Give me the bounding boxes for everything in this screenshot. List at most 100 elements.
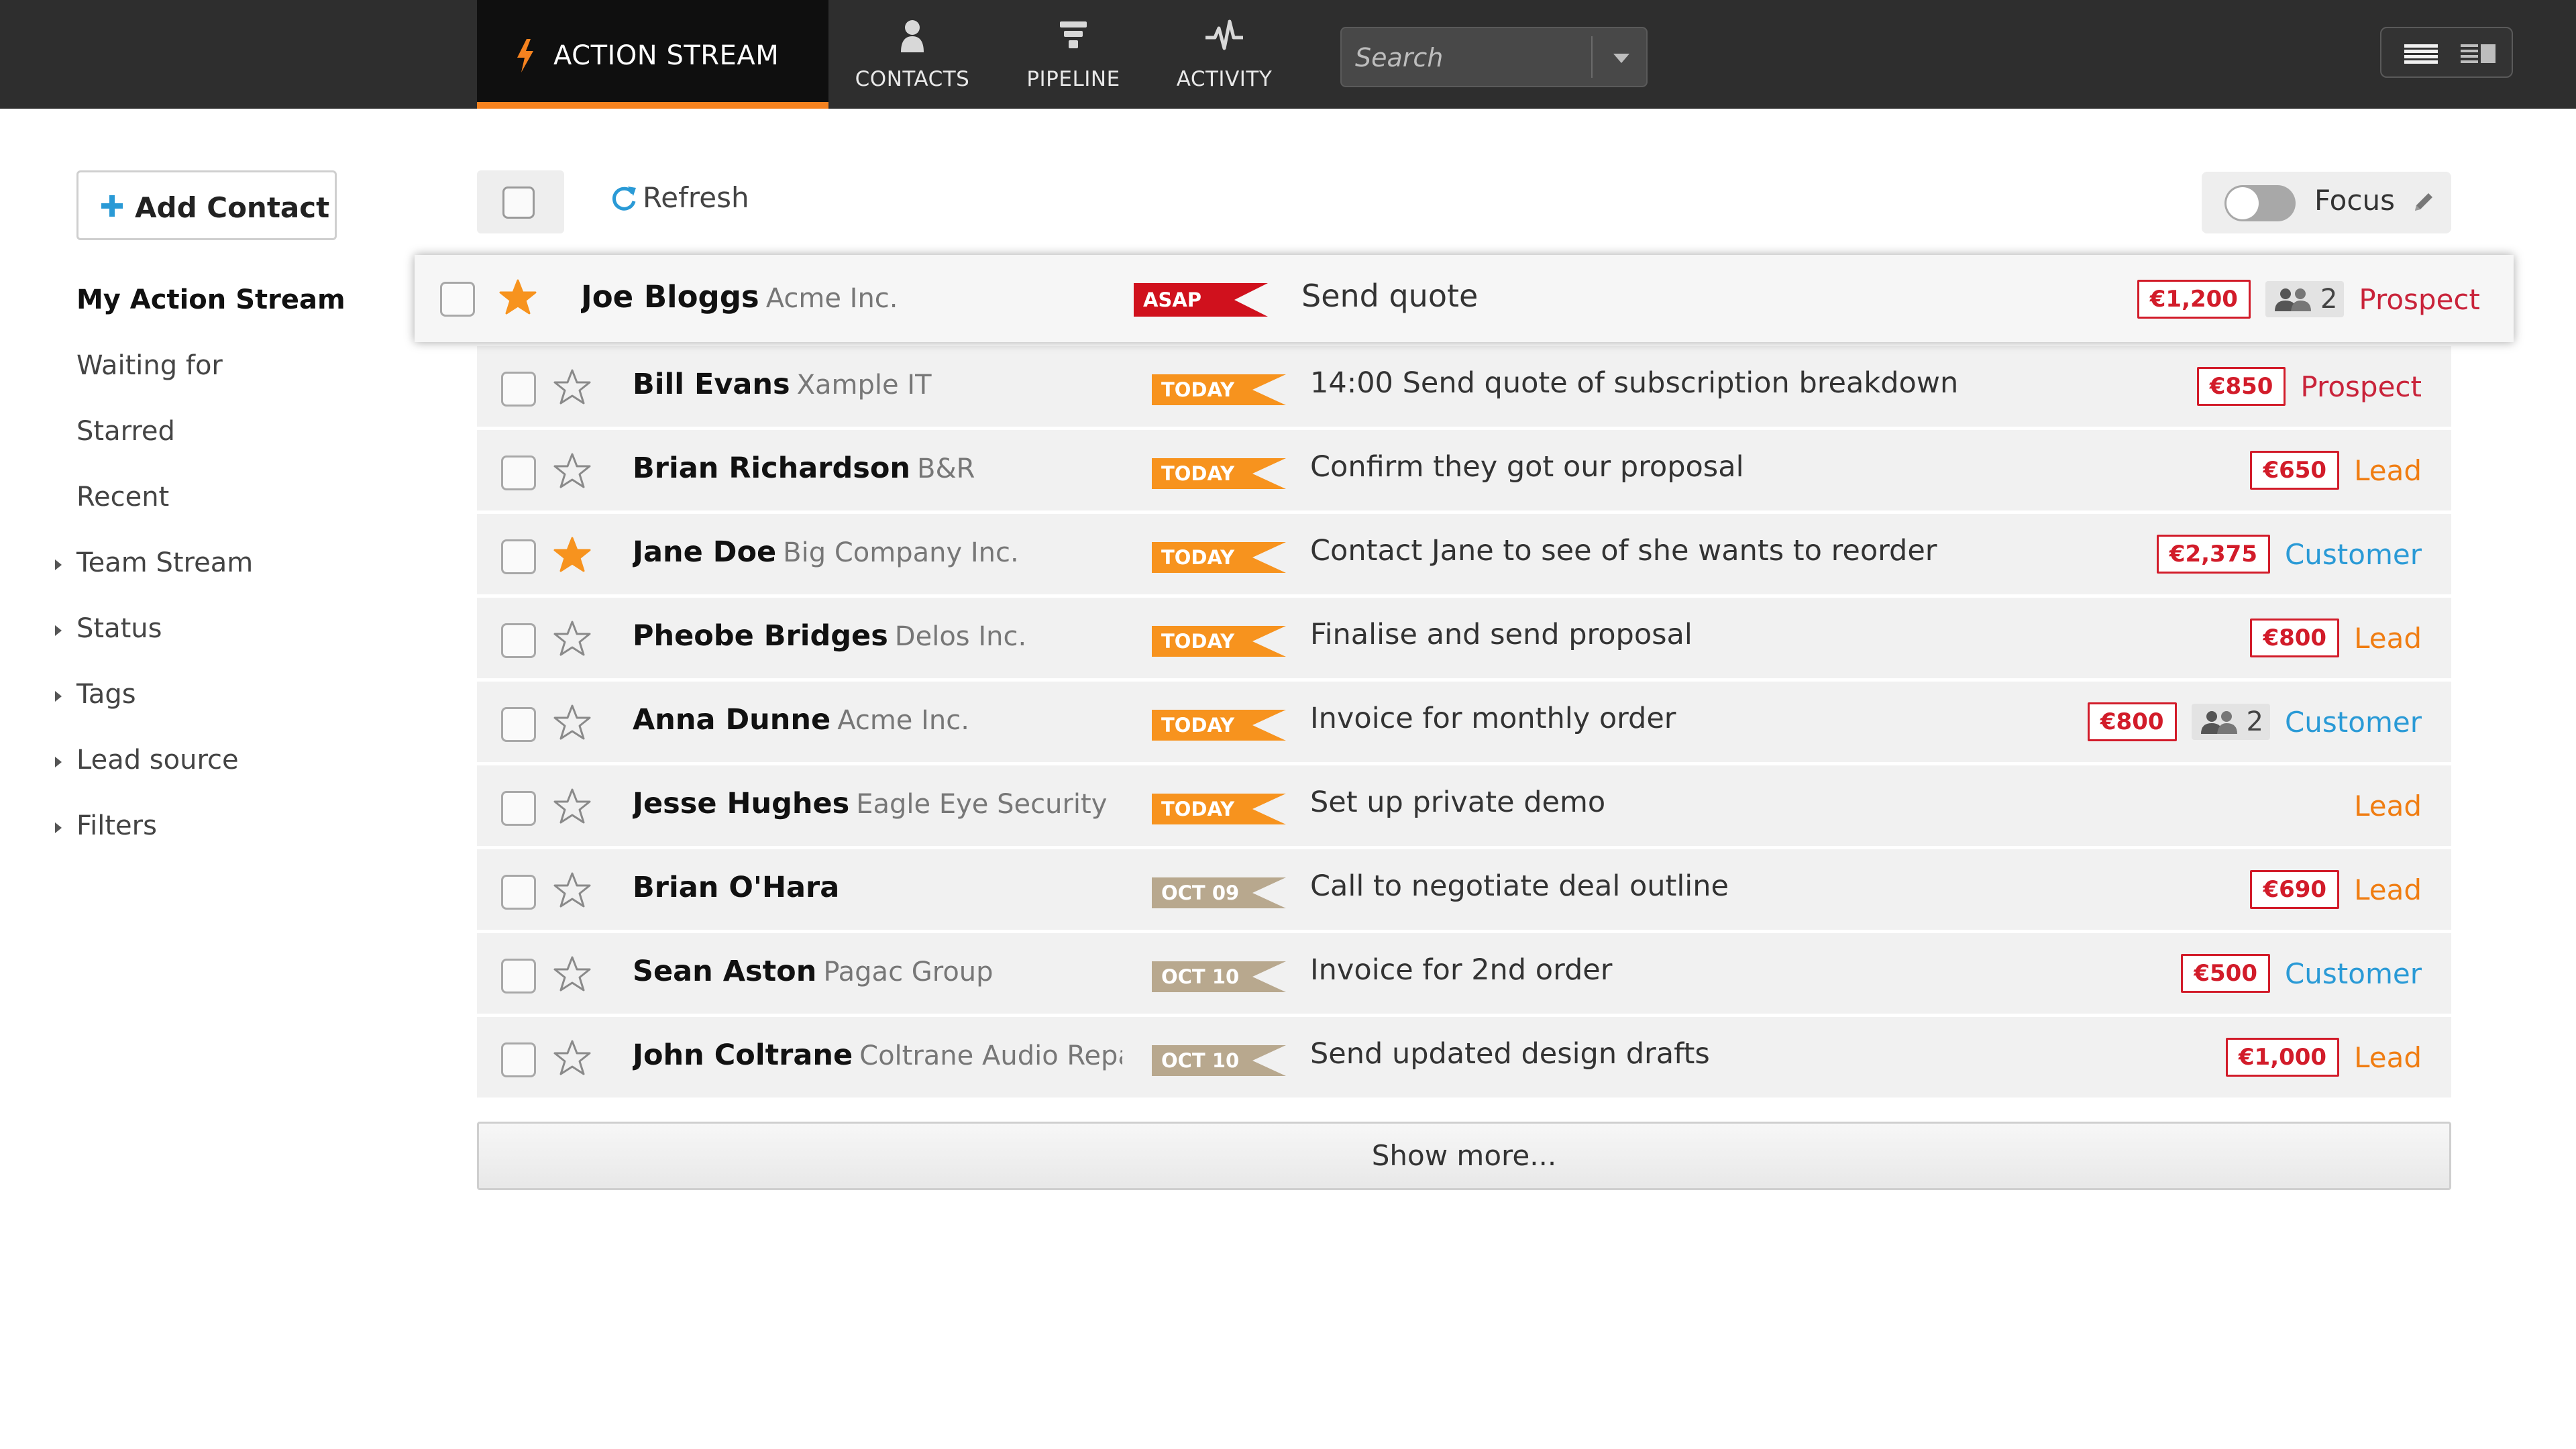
star-outline-icon[interactable] [552,1038,592,1079]
task-text[interactable]: 14:00 Send quote of subscription breakdo… [1310,366,1958,400]
task-text[interactable]: Send updated design drafts [1310,1037,1710,1071]
list-view-icon[interactable] [2398,40,2445,67]
sidebar-item-my-action-stream[interactable]: My Action Stream [76,284,345,315]
contact-status[interactable]: Customer [2285,538,2422,571]
nav-contacts[interactable]: CONTACTS [839,0,986,109]
contact-name-block[interactable]: Jane Doe Big Company Inc. [633,535,1122,569]
row-meta: €2,375 Customer [2156,533,2422,576]
action-row[interactable]: Anna Dunne Acme Inc. TODAY Invoice for mont… [477,682,2451,762]
star-outline-icon[interactable] [552,955,592,995]
row-meta: €1,000 Lead [2225,1036,2422,1079]
contact-status[interactable]: Lead [2354,1041,2422,1074]
sidebar-item-tags[interactable]: Tags [76,679,136,710]
add-contact-button[interactable]: Add Contact [76,170,337,240]
caret-right-icon[interactable] [54,820,63,836]
task-text[interactable]: Invoice for 2nd order [1310,953,1612,987]
contact-name-block[interactable]: Sean Aston Pagac Group [633,955,1122,988]
task-text[interactable]: Contact Jane to see of she wants to reor… [1310,534,1937,568]
task-text[interactable]: Finalise and send proposal [1310,618,1693,651]
row-checkbox[interactable] [501,455,536,490]
contact-status[interactable]: Lead [2354,790,2422,822]
action-row[interactable]: Joe Bloggs Acme Inc. ASAP Send quote €1,200 2… [415,255,2514,342]
caret-right-icon[interactable] [54,754,63,770]
row-checkbox[interactable] [501,791,536,826]
row-checkbox[interactable] [501,707,536,742]
contact-status[interactable]: Prospect [2359,283,2480,316]
contact-name: Bill Evans [633,368,790,401]
sidebar-item-filters[interactable]: Filters [76,810,157,841]
contact-status[interactable]: Lead [2354,873,2422,906]
caret-right-icon[interactable] [54,688,63,704]
contact-status[interactable]: Lead [2354,454,2422,487]
contact-name-block[interactable]: Anna Dunne Acme Inc. [633,703,1122,737]
contact-name-block[interactable]: Bill Evans Xample IT [633,368,1122,401]
contact-name-block[interactable]: Jesse Hughes Eagle Eye Security [633,787,1122,820]
participants-badge[interactable]: 2 [2265,281,2345,317]
search-input[interactable] [1354,35,1585,80]
chevron-down-icon[interactable] [1595,28,1648,86]
task-text[interactable]: Confirm they got our proposal [1310,450,1744,484]
action-row[interactable]: Pheobe Bridges Delos Inc. TODAY Finalise an… [477,598,2451,678]
action-row[interactable]: Brian Richardson B&R TODAY Confirm they got… [477,430,2451,511]
contact-status[interactable]: Prospect [2300,370,2422,403]
caret-right-icon[interactable] [54,557,63,573]
due-tag: TODAY [1152,458,1286,489]
star-outline-icon[interactable] [552,703,592,743]
split-view-icon[interactable] [2455,40,2502,67]
contact-name-block[interactable]: John ColtraneColtrane Audio Repairs [633,1038,1122,1072]
task-text[interactable]: Invoice for monthly order [1310,702,1676,735]
task-text[interactable]: Set up private demo [1310,786,1605,819]
sidebar-item-waiting-for[interactable]: Waiting for [76,350,223,381]
nav-pipeline[interactable]: PIPELINE [1000,0,1147,109]
contact-name: Jane Doe [633,535,777,569]
star-outline-icon[interactable] [552,871,592,911]
contact-status[interactable]: Customer [2285,957,2422,990]
focus-toggle[interactable] [2224,185,2296,221]
select-all-checkbox[interactable] [477,170,564,233]
action-row[interactable]: John ColtraneColtrane Audio Repairs OCT 1… [477,1017,2451,1097]
show-more-button[interactable]: Show more... [477,1122,2451,1190]
contact-name-block[interactable]: Pheobe Bridges Delos Inc. [633,619,1122,653]
action-row[interactable]: Brian O'Hara OCT 09 Call to negotiate deal… [477,849,2451,930]
sidebar-item-lead-source[interactable]: Lead source [76,745,239,775]
nav-contacts-label: CONTACTS [855,67,970,91]
nav-activity[interactable]: ACTIVITY [1150,0,1298,109]
pencil-icon[interactable] [2410,189,2436,216]
contact-status[interactable]: Customer [2285,706,2422,739]
contact-name-block[interactable]: Brian Richardson B&R [633,451,1122,485]
action-row[interactable]: Jesse Hughes Eagle Eye Security TODAY Set u… [477,765,2451,846]
contact-name-block[interactable]: Joe Bloggs Acme Inc. [581,279,1071,315]
sidebar-item-recent[interactable]: Recent [76,482,169,513]
star-outline-icon[interactable] [552,368,592,408]
action-row[interactable]: Sean Aston Pagac Group OCT 10 Invoice for 2… [477,933,2451,1014]
task-text[interactable]: Call to negotiate deal outline [1310,869,1729,903]
row-checkbox[interactable] [501,1042,536,1077]
row-checkbox[interactable] [501,875,536,910]
star-filled-icon[interactable] [498,278,538,318]
company-name: Xample IT [796,370,932,400]
refresh-label: Refresh [643,181,749,214]
task-text[interactable]: Send quote [1301,278,1478,314]
sidebar-item-starred[interactable]: Starred [76,416,175,447]
row-checkbox[interactable] [440,282,475,317]
star-outline-icon[interactable] [552,787,592,827]
nav-action-stream[interactable]: ACTION STREAM [477,0,828,109]
contact-name: John Coltrane [633,1038,853,1072]
action-row[interactable]: Bill Evans Xample IT TODAY 14:00 Send quote… [477,346,2451,427]
participants-badge[interactable]: 2 [2191,704,2270,740]
caret-right-icon[interactable] [54,623,63,639]
contact-status[interactable]: Lead [2354,622,2422,655]
action-row[interactable]: Jane Doe Big Company Inc. TODAY Contact Jan… [477,514,2451,594]
sidebar-item-team-stream[interactable]: Team Stream [76,547,253,578]
star-filled-icon[interactable] [552,535,592,576]
row-checkbox[interactable] [501,623,536,658]
star-outline-icon[interactable] [552,451,592,492]
contact-name-block[interactable]: Brian O'Hara [633,871,1122,904]
row-checkbox[interactable] [501,372,536,407]
company-name: B&R [917,453,975,484]
sidebar-item-status[interactable]: Status [76,613,162,644]
deal-amount: €500 [2181,954,2270,993]
star-outline-icon[interactable] [552,619,592,659]
row-checkbox[interactable] [501,539,536,574]
row-checkbox[interactable] [501,959,536,994]
